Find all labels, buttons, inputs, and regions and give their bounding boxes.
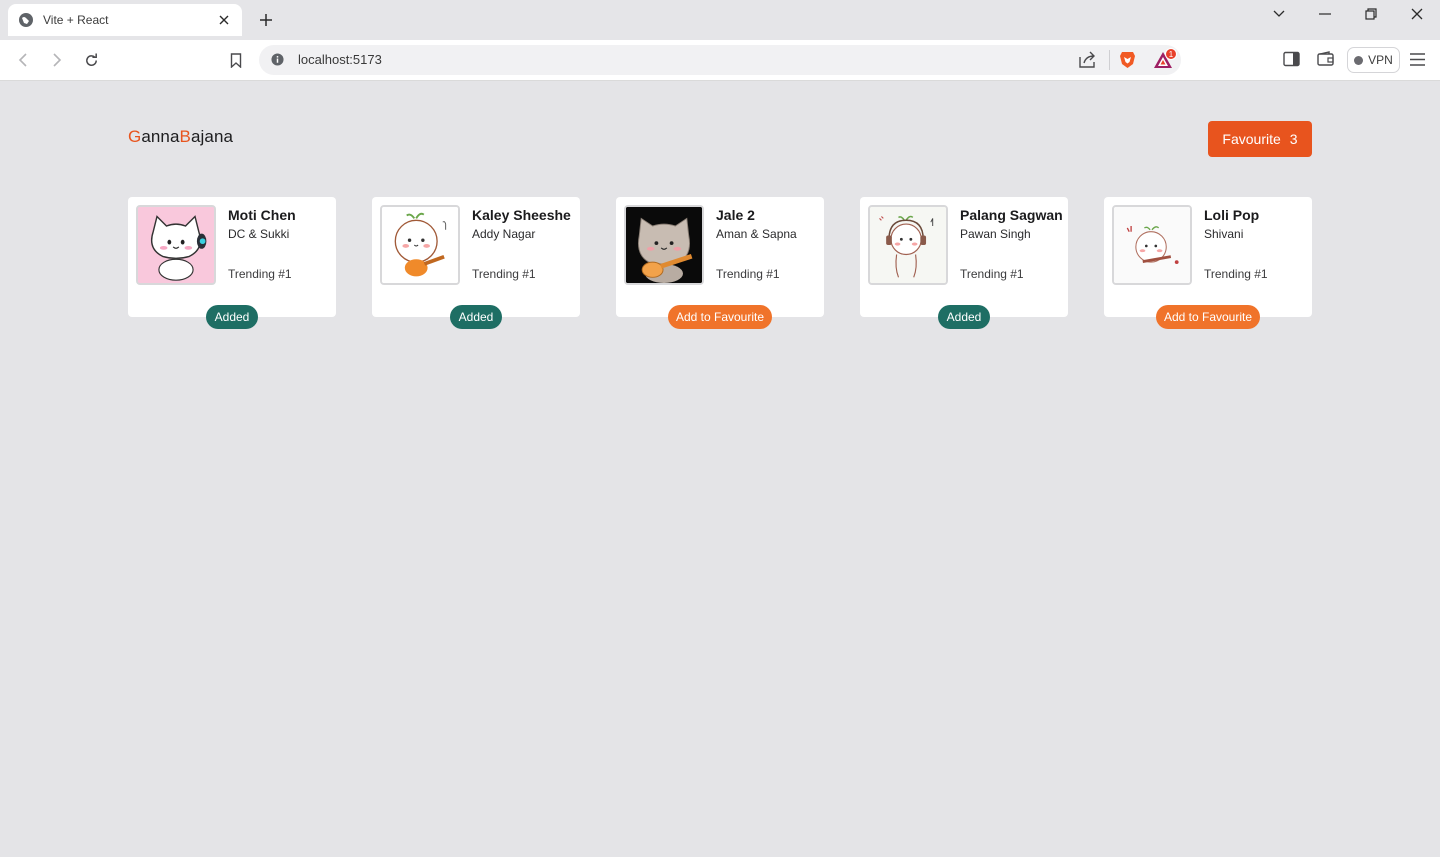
song-artist: Pawan Singh <box>960 227 1031 241</box>
sidebar-toggle-icon[interactable] <box>1283 51 1301 67</box>
trending-label: Trending #1 <box>960 267 1024 281</box>
back-icon[interactable] <box>12 49 34 71</box>
logo-initial-g: G <box>128 127 142 146</box>
song-artist: Addy Nagar <box>472 227 536 241</box>
guitar-character-image <box>380 205 460 285</box>
added-button[interactable]: Added <box>450 305 502 329</box>
trending-label: Trending #1 <box>472 267 536 281</box>
menu-icon[interactable] <box>1410 53 1425 66</box>
song-card: Moti Chen DC & Sukki Trending #1 Added <box>128 197 336 329</box>
vpn-button[interactable]: VPN <box>1347 47 1400 73</box>
song-card: Jale 2 Aman & Sapna Trending #1 Add to F… <box>616 197 824 329</box>
favourite-count: 3 <box>1289 131 1298 147</box>
song-title: Loli Pop <box>1204 207 1260 223</box>
song-card: Palang Sagwan Pawan Singh Trending #1 Ad… <box>860 197 1068 329</box>
trending-label: Trending #1 <box>228 267 292 281</box>
vpn-label: VPN <box>1368 53 1393 67</box>
brave-shields-icon[interactable] <box>1119 51 1136 69</box>
wallet-icon[interactable] <box>1317 51 1335 67</box>
restore-icon[interactable] <box>1348 4 1394 24</box>
song-title: Moti Chen <box>228 207 296 223</box>
url-text: localhost:5173 <box>298 52 382 67</box>
song-title: Jale 2 <box>716 207 755 223</box>
tab-title: Vite + React <box>43 13 109 27</box>
address-bar[interactable]: localhost:5173 <box>259 45 1181 75</box>
minimize-icon[interactable] <box>1302 4 1348 24</box>
app-logo[interactable]: GannaBajana <box>128 127 233 147</box>
logo-text-ajana: ajana <box>191 127 234 146</box>
vpn-status-icon <box>1354 55 1364 65</box>
song-title: Palang Sagwan <box>960 207 1063 223</box>
forward-icon[interactable] <box>46 49 68 71</box>
added-button[interactable]: Added <box>938 305 990 329</box>
new-tab-button[interactable] <box>256 10 276 30</box>
headphone-character-image <box>868 205 948 285</box>
favourite-button[interactable]: Favourite 3 <box>1208 121 1312 157</box>
close-tab-icon[interactable] <box>216 12 232 28</box>
reload-icon[interactable] <box>80 49 102 71</box>
trending-label: Trending #1 <box>716 267 780 281</box>
divider <box>1109 50 1110 70</box>
song-card: Kaley Sheeshe Addy Nagar Trending #1 Add… <box>372 197 580 329</box>
bookmark-icon[interactable] <box>225 49 247 71</box>
song-artist: Shivani <box>1204 227 1244 241</box>
logo-initial-b: B <box>179 127 191 146</box>
trending-label: Trending #1 <box>1204 267 1268 281</box>
browser-tab-strip: Vite + React <box>0 0 1440 40</box>
add-to-favourite-button[interactable]: Add to Favourite <box>1156 305 1260 329</box>
logo-text-anna: anna <box>141 127 180 146</box>
tab-search-icon[interactable] <box>1256 4 1302 24</box>
singing-character-image <box>1112 205 1192 285</box>
site-info-icon[interactable] <box>271 53 284 66</box>
added-button[interactable]: Added <box>206 305 258 329</box>
notification-badge: 1 <box>1165 48 1177 60</box>
favourite-label: Favourite <box>1222 131 1281 147</box>
song-card: Loli Pop Shivani Trending #1 Add to Favo… <box>1104 197 1312 329</box>
share-icon[interactable] <box>1079 51 1097 68</box>
globe-icon <box>18 12 34 28</box>
close-window-icon[interactable] <box>1394 4 1440 24</box>
browser-tab[interactable]: Vite + React <box>8 4 242 36</box>
add-to-favourite-button[interactable]: Add to Favourite <box>668 305 772 329</box>
cat-headphones-image <box>136 205 216 285</box>
cat-guitar-image <box>624 205 704 285</box>
song-artist: DC & Sukki <box>228 227 290 241</box>
song-title: Kaley Sheeshe <box>472 207 571 223</box>
song-artist: Aman & Sapna <box>716 227 797 241</box>
